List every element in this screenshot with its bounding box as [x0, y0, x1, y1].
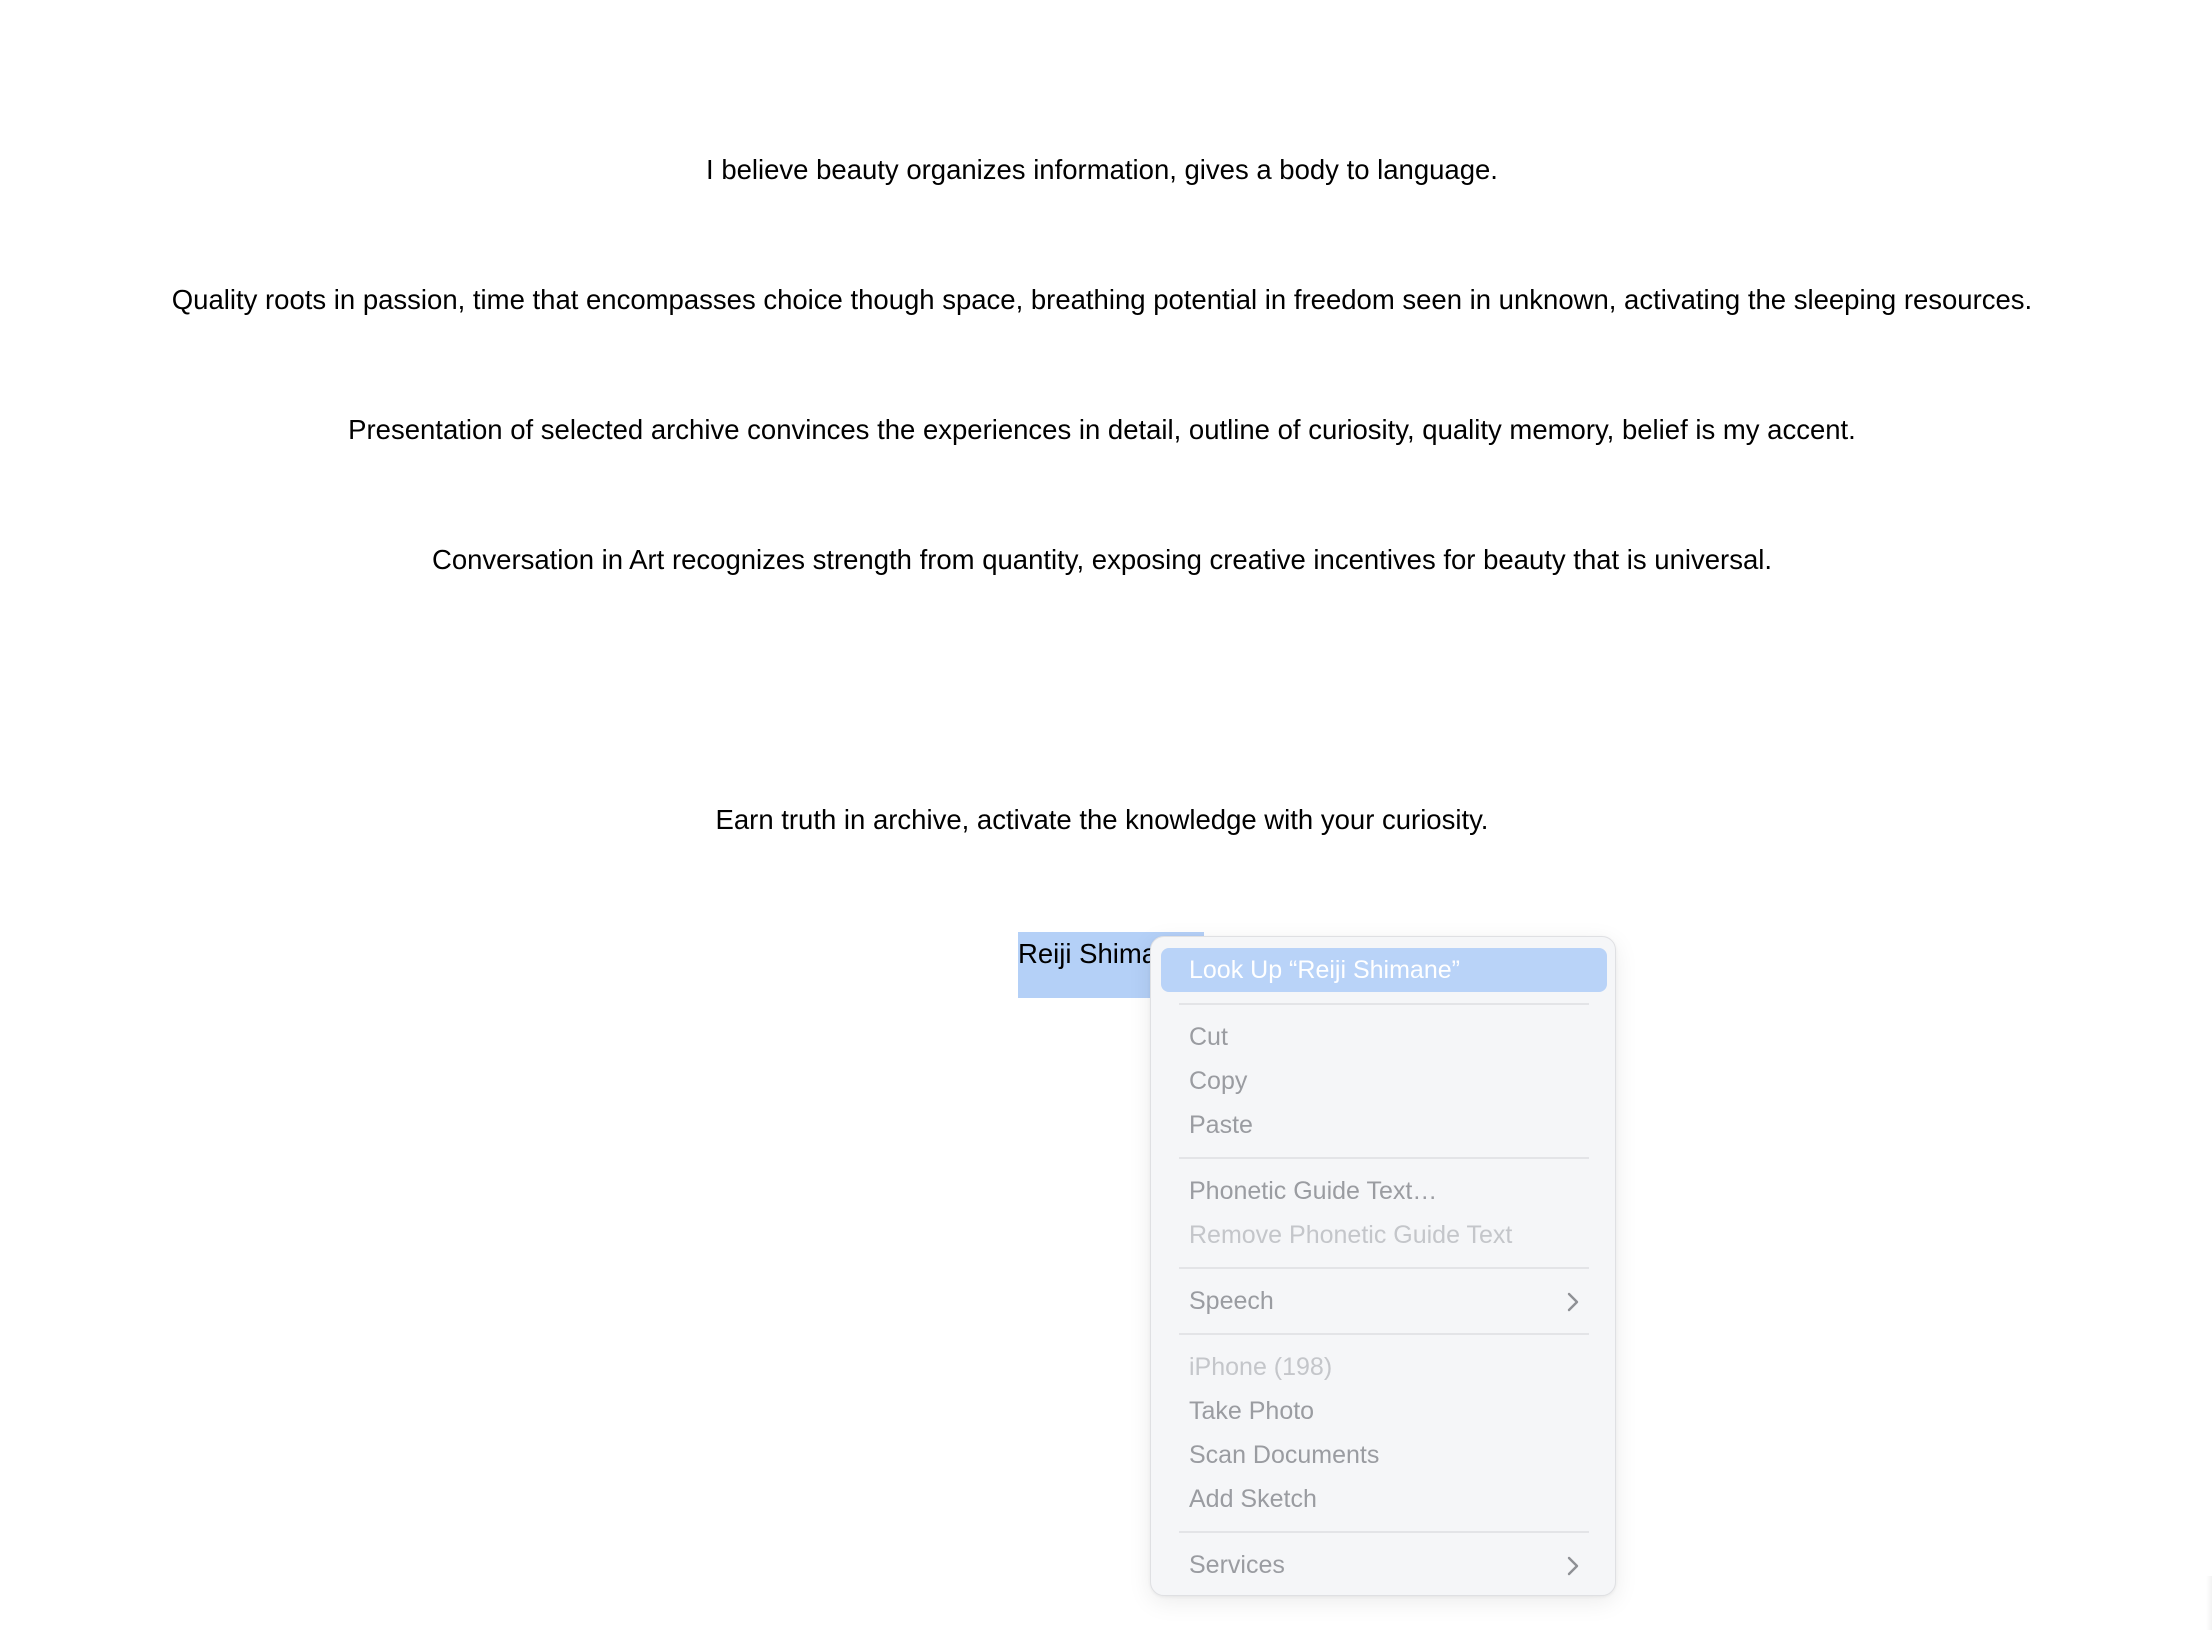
menu-item-remove-phonetic-guide: Remove Phonetic Guide Text	[1189, 1221, 1513, 1249]
menu-separator	[1179, 1333, 1589, 1335]
document-canvas[interactable]: I believe beauty organizes information, …	[0, 0, 2212, 1630]
paragraph-4[interactable]: Conversation in Art recognizes strength …	[0, 542, 2204, 578]
menu-separator	[1179, 1003, 1589, 1005]
window-edge-shadow	[2206, 1576, 2212, 1630]
menu-separator	[1179, 1267, 1589, 1269]
menu-section-header-iphone: iPhone (198)	[1189, 1353, 1333, 1381]
menu-item-paste[interactable]: Paste	[1161, 1103, 1607, 1147]
menu-item-speech[interactable]: Speech	[1161, 1279, 1607, 1323]
paragraph-5[interactable]: Earn truth in archive, activate the know…	[0, 802, 2204, 838]
menu-item-add-sketch[interactable]: Add Sketch	[1161, 1477, 1607, 1521]
menu-item-services[interactable]: Services	[1161, 1543, 1607, 1587]
menu-item-scan-documents[interactable]: Scan Documents	[1161, 1433, 1607, 1477]
menu-item-take-photo[interactable]: Take Photo	[1161, 1389, 1607, 1433]
paragraph-2[interactable]: Quality roots in passion, time that enco…	[0, 282, 2204, 318]
menu-item-look-up[interactable]: Look Up “Reiji Shimane”	[1161, 948, 1607, 992]
menu-item-copy[interactable]: Copy	[1161, 1059, 1607, 1103]
menu-item-cut[interactable]: Cut	[1161, 1015, 1607, 1059]
menu-item-speech-label: Speech	[1189, 1287, 1274, 1315]
menu-item-services-label: Services	[1189, 1551, 1285, 1579]
paragraph-3[interactable]: Presentation of selected archive convinc…	[0, 412, 2204, 448]
context-menu: Look Up “Reiji Shimane” Cut Copy Paste P…	[1150, 936, 1616, 1596]
chevron-right-icon	[1567, 1279, 1583, 1323]
chevron-right-icon	[1567, 1543, 1583, 1587]
menu-item-phonetic-guide[interactable]: Phonetic Guide Text…	[1161, 1169, 1607, 1213]
menu-separator	[1179, 1531, 1589, 1533]
paragraph-1[interactable]: I believe beauty organizes information, …	[0, 152, 2204, 188]
menu-separator	[1179, 1157, 1589, 1159]
